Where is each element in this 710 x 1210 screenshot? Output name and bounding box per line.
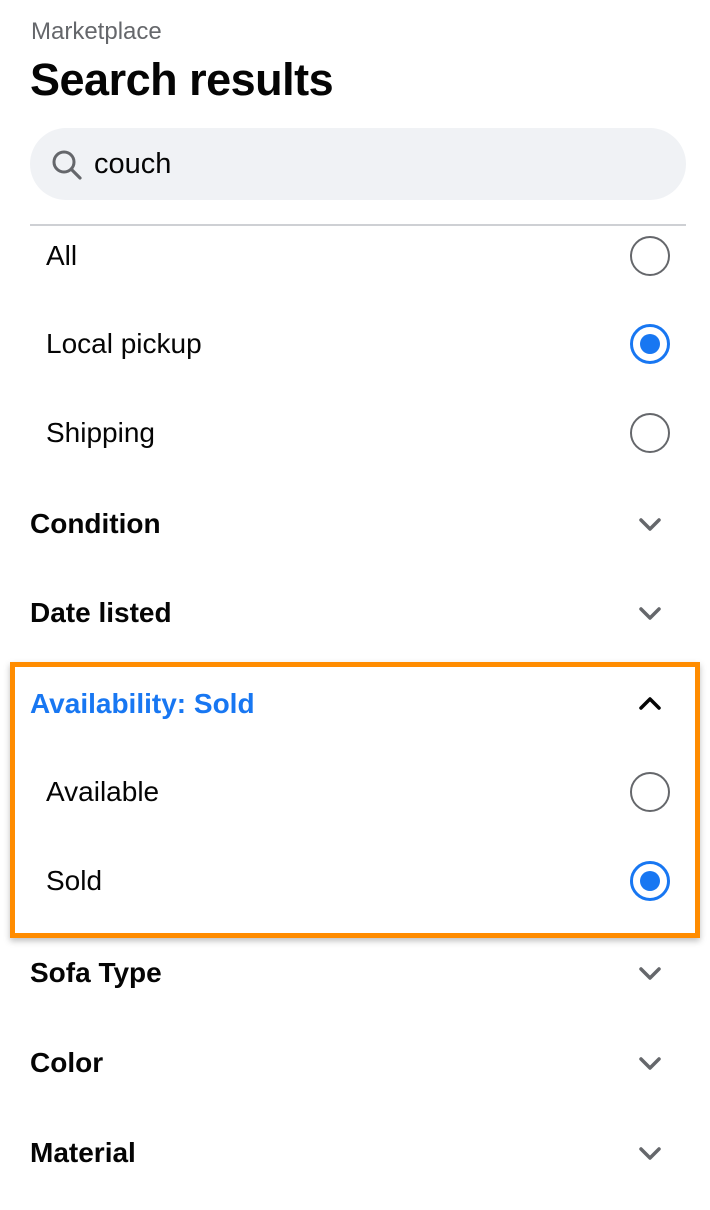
- section-availability[interactable]: Availability: Sold: [30, 664, 686, 744]
- option-sold[interactable]: Sold: [30, 841, 686, 921]
- option-all[interactable]: All: [30, 216, 686, 296]
- option-label: Available: [46, 776, 160, 807]
- chevron-down-icon: [639, 518, 661, 531]
- section-color[interactable]: Color: [30, 1023, 686, 1103]
- section-material[interactable]: Material: [30, 1113, 686, 1193]
- breadcrumb[interactable]: Marketplace: [31, 17, 162, 47]
- search-icon: [52, 150, 82, 180]
- search-input[interactable]: [94, 128, 654, 200]
- section-date-listed[interactable]: Date listed: [30, 573, 686, 653]
- option-label: Local pickup: [46, 328, 202, 359]
- option-label: Shipping: [46, 417, 155, 448]
- filter-panel: Marketplace Search results All Local pic…: [0, 0, 710, 1210]
- chevron-down-icon: [639, 967, 661, 980]
- search-bar[interactable]: [30, 128, 686, 200]
- chevron-down-icon: [639, 607, 661, 620]
- section-label: Color: [30, 1047, 104, 1078]
- chevron-up-icon: [639, 697, 661, 710]
- option-shipping[interactable]: Shipping: [30, 393, 686, 473]
- section-label: Material: [30, 1137, 136, 1168]
- section-label: Availability: Sold: [30, 688, 255, 719]
- section-label: Condition: [30, 508, 161, 539]
- section-condition[interactable]: Condition: [30, 484, 686, 564]
- section-label: Date listed: [30, 597, 172, 628]
- radio-button[interactable]: [630, 236, 670, 276]
- option-local-pickup[interactable]: Local pickup: [30, 304, 686, 384]
- chevron-down-icon: [639, 1057, 661, 1070]
- radio-button-selected[interactable]: [630, 324, 670, 364]
- section-label: Sofa Type: [30, 957, 162, 988]
- option-available[interactable]: Available: [30, 752, 686, 832]
- radio-button[interactable]: [630, 772, 670, 812]
- section-sofa-type[interactable]: Sofa Type: [30, 933, 686, 1013]
- page-title: Search results: [30, 54, 334, 105]
- chevron-down-icon: [639, 1147, 661, 1160]
- radio-button[interactable]: [630, 413, 670, 453]
- option-label: Sold: [46, 865, 103, 896]
- option-label: All: [46, 240, 78, 271]
- radio-button-selected[interactable]: [630, 861, 670, 901]
